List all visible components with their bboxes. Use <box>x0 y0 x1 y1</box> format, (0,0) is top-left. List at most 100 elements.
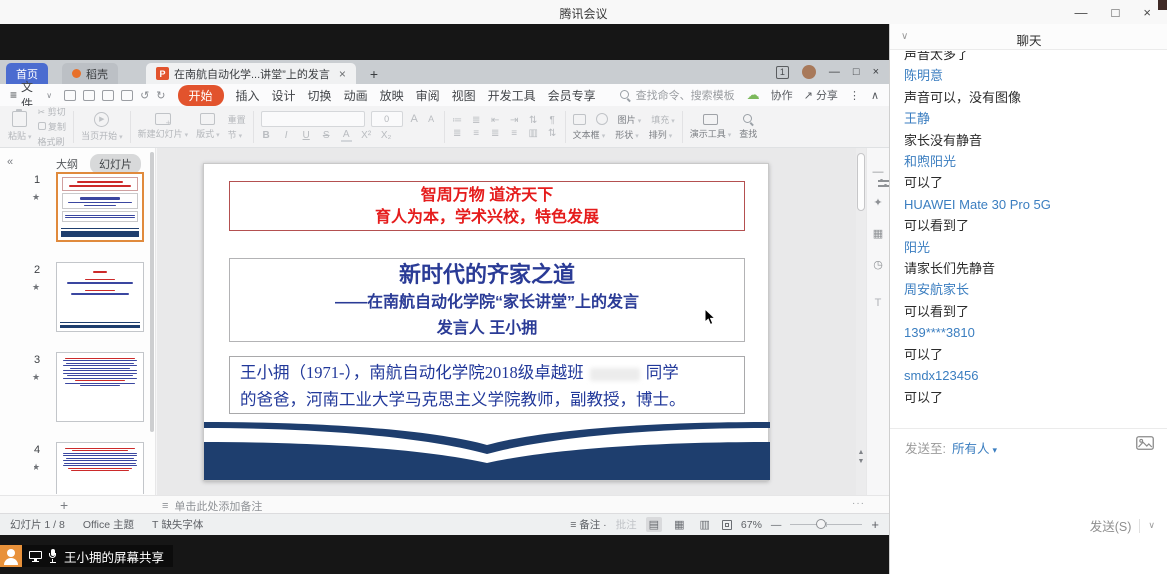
menu-tab-home[interactable]: 开始 <box>178 85 224 106</box>
close-icon[interactable]: × <box>1143 6 1151 19</box>
collapse-ribbon-icon[interactable]: ∧ <box>871 89 879 102</box>
find-button[interactable]: 查找 <box>739 114 757 140</box>
shapes-icon[interactable] <box>596 113 608 125</box>
bold-button[interactable]: B <box>261 130 272 141</box>
underline-button[interactable]: U <box>301 130 312 141</box>
section-button[interactable]: 节 <box>228 128 246 141</box>
next-slide-icon[interactable]: ▼ <box>856 457 866 466</box>
copy-button[interactable]: 复制 <box>38 120 67 133</box>
previous-slide-icon[interactable]: ▲ <box>856 448 866 457</box>
subscript-button[interactable]: X₂ <box>381 130 392 141</box>
command-search[interactable]: 查找命令、搜索模板 <box>620 87 735 103</box>
bio-textbox[interactable]: 王小拥（1971-），南航自动化学院2018级卓越班同学 的爸爸，河南工业大学马… <box>229 356 745 414</box>
print-icon[interactable] <box>83 90 95 101</box>
font-color-button[interactable]: A <box>341 129 352 142</box>
new-slide-button[interactable]: 新建幻灯片 <box>138 113 189 140</box>
notes-toggle[interactable]: ≡ 备注 · <box>570 517 606 532</box>
sorter-view-icon[interactable]: ▦ <box>671 517 687 532</box>
menu-tab-devtools[interactable]: 开发工具 <box>488 87 536 104</box>
increase-font-icon[interactable]: A <box>409 113 420 125</box>
slide-thumbnail-4[interactable] <box>56 442 144 494</box>
columns-icon[interactable]: ▥ <box>528 128 539 139</box>
notes-more-icon[interactable]: ··· <box>852 498 865 509</box>
window-switch-icon[interactable]: 1 <box>776 66 789 79</box>
paragraph-icon[interactable]: ¶ <box>547 115 558 126</box>
slide-thumbnail-1[interactable] <box>56 172 144 242</box>
tab-outline[interactable]: 大纲 <box>56 156 78 172</box>
fill-button[interactable]: 填充 <box>651 113 675 126</box>
share-button[interactable]: ↗ 分享 <box>804 87 838 103</box>
motto-textbox[interactable]: 智周万物 道济天下 育人为本，学术兴校，特色发展 <box>229 181 745 231</box>
picture-button[interactable]: 图片 <box>618 113 642 126</box>
add-slide-button[interactable]: + <box>60 497 68 513</box>
justify-icon[interactable]: ≡ <box>509 128 520 139</box>
italic-button[interactable]: I <box>281 130 292 141</box>
indent-icon[interactable]: ⇥ <box>509 115 520 126</box>
zoom-out-icon[interactable]: — <box>771 519 782 531</box>
zoom-level[interactable]: 67% <box>741 519 762 531</box>
line-spacing-icon[interactable]: ⇅ <box>528 115 539 126</box>
cut-button[interactable]: ✂ 剪切 <box>38 106 67 118</box>
scrollbar-thumb[interactable] <box>857 153 865 211</box>
image-icon[interactable] <box>1136 436 1154 453</box>
text-direction-icon[interactable]: ⇅ <box>547 128 558 139</box>
send-button[interactable]: 发送(S) <box>1090 516 1132 535</box>
collaborate-button[interactable]: 协作 <box>771 87 793 103</box>
layout-button[interactable]: 版式 <box>196 113 220 140</box>
close-tab-icon[interactable]: × <box>339 67 346 81</box>
effects-icon[interactable]: ✦ <box>867 196 889 209</box>
textbox-button[interactable]: 文本框 <box>573 128 606 141</box>
decrease-font-icon[interactable]: A <box>426 114 437 124</box>
font-name-input[interactable] <box>261 111 365 127</box>
menu-tab-member[interactable]: 会员专享 <box>548 87 596 104</box>
reset-button[interactable]: 重置 <box>228 113 246 126</box>
zoom-in-icon[interactable]: + <box>871 517 879 532</box>
format-painter-button[interactable]: 格式刷 <box>38 135 67 148</box>
theme-name[interactable]: Office 主题 <box>83 517 134 532</box>
superscript-button[interactable]: X² <box>361 130 372 141</box>
slide-1[interactable]: 智周万物 道济天下 育人为本，学术兴校，特色发展 新时代的齐家之道 ——在南航自… <box>203 163 769 481</box>
redo-icon[interactable]: ↻ <box>156 89 165 102</box>
slide-thumbnail-3[interactable] <box>56 352 144 422</box>
comments-toggle[interactable]: 批注 <box>616 517 637 532</box>
tab-slides[interactable]: 幻灯片 <box>90 154 141 174</box>
presenter-tools-button[interactable]: 演示工具 <box>690 114 732 140</box>
minimize-icon[interactable]: — <box>1075 6 1088 19</box>
history-icon[interactable]: ◷ <box>867 258 889 271</box>
menu-tab-animation[interactable]: 动画 <box>344 87 368 104</box>
layers-icon[interactable]: ▦ <box>867 227 889 240</box>
menu-tab-insert[interactable]: 插入 <box>236 87 260 104</box>
play-from-page-button[interactable]: ▶ 当页开始 <box>81 112 123 142</box>
collapse-sidebar-icon[interactable]: — <box>867 166 889 178</box>
font-size-input[interactable]: 0 <box>371 111 403 127</box>
paste-button[interactable]: 粘贴 <box>8 111 32 142</box>
menu-tab-view[interactable]: 视图 <box>452 87 476 104</box>
numbering-icon[interactable]: ≣ <box>471 115 482 126</box>
canvas-scrollbar[interactable]: ▲ ▼ <box>856 148 866 495</box>
more-icon[interactable]: ⋮ <box>849 89 860 102</box>
align-center-icon[interactable]: ≡ <box>471 128 482 139</box>
wps-restore-icon[interactable]: □ <box>853 66 860 78</box>
collapse-panel-icon[interactable]: « <box>7 156 13 168</box>
menu-tab-transition[interactable]: 切换 <box>308 87 332 104</box>
outdent-icon[interactable]: ⇤ <box>490 115 501 126</box>
wps-minimize-icon[interactable]: — <box>829 66 840 78</box>
fit-slide-icon[interactable] <box>722 520 732 530</box>
chat-message-list[interactable]: 声音太多了 陈明意 声音可以，没有图像 王静 家长没有静音 和煦阳光 可以了 H… <box>904 51 1157 427</box>
undo-icon[interactable]: ↺ <box>140 89 149 102</box>
menu-tab-slideshow[interactable]: 放映 <box>380 87 404 104</box>
reading-view-icon[interactable]: ▥ <box>696 517 712 532</box>
zoom-slider-knob[interactable] <box>816 519 826 529</box>
shapes-button[interactable]: 形状 <box>615 128 639 141</box>
new-tab-button[interactable]: + <box>370 63 378 84</box>
normal-view-icon[interactable]: ▤ <box>646 517 662 532</box>
export-icon[interactable] <box>102 90 114 101</box>
preview-icon[interactable] <box>121 90 133 101</box>
notes-input[interactable]: ≡ 单击此处添加备注 <box>162 498 262 514</box>
cloud-sync-icon[interactable]: ☁ <box>747 87 760 103</box>
align-right-icon[interactable]: ≣ <box>490 128 501 139</box>
title-textbox[interactable]: 新时代的齐家之道 ——在南航自动化学院“家长讲堂”上的发言 发言人 王小拥 <box>229 258 745 342</box>
thumbnails-scrollbar[interactable] <box>150 152 154 432</box>
send-to-selector[interactable]: 所有人 <box>952 438 997 457</box>
wps-tab-docer[interactable]: 稻壳 <box>62 63 118 84</box>
